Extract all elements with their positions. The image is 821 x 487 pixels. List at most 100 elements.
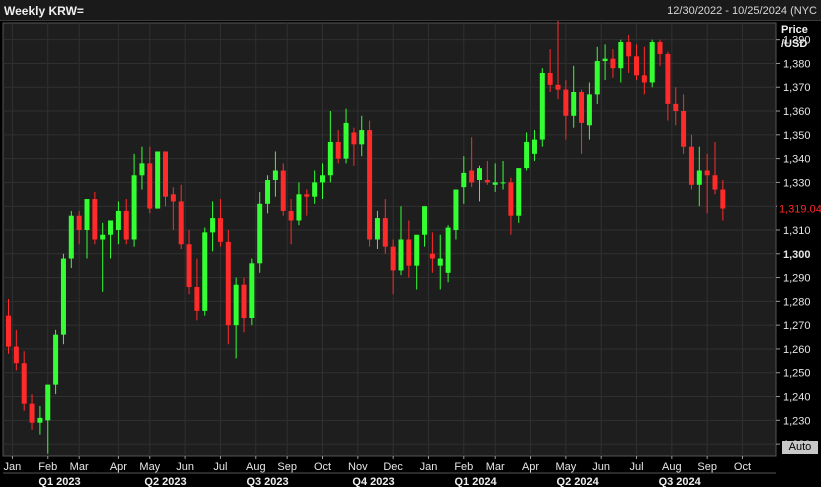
candle-body <box>641 75 647 83</box>
x-month-label: Aug <box>246 461 266 473</box>
candle-body <box>665 53 671 104</box>
candle-body <box>37 417 43 423</box>
candle-body <box>272 170 278 181</box>
candle-body <box>327 141 333 176</box>
candle-body <box>351 132 357 145</box>
candle-body <box>265 180 271 204</box>
candle-body <box>163 151 168 197</box>
title-bar: Weekly KRW= 12/30/2022 - 10/25/2024 (NYC <box>0 0 821 21</box>
candle-body <box>21 363 27 404</box>
x-month-label: Jun <box>176 461 194 473</box>
candle-body <box>571 91 577 116</box>
last-price-marker: 1,319.04 <box>777 201 821 215</box>
candle-body <box>288 210 294 221</box>
candle-body <box>429 253 435 259</box>
candle-body <box>602 58 608 62</box>
candle-body <box>84 199 90 230</box>
y-tick-label: 1,380 <box>783 58 811 70</box>
candle-body <box>280 170 286 211</box>
x-month-label: Feb <box>38 461 57 473</box>
candle-body <box>547 72 553 85</box>
candle-body <box>53 334 59 385</box>
x-quarter-label: Q3 2023 <box>246 476 288 487</box>
candle-body <box>335 141 341 159</box>
x-month-label: Dec <box>383 461 403 473</box>
y-tick-label: 1,300 <box>783 249 811 261</box>
candle-body <box>178 201 184 245</box>
candle-body <box>68 215 74 259</box>
candle-body <box>100 234 106 240</box>
candle-body <box>453 189 459 230</box>
candle-body <box>437 258 443 266</box>
x-quarter-label: Q2 2024 <box>557 476 600 487</box>
y-tick-label: 1,290 <box>783 273 811 285</box>
y-tick-label: 1,370 <box>783 82 811 94</box>
x-month-label: Sep <box>697 461 717 473</box>
candle-body <box>461 172 467 188</box>
candle-body <box>60 258 66 335</box>
candle-body <box>115 210 121 230</box>
x-quarter-label: Q1 2024 <box>454 476 497 487</box>
candle-body <box>382 218 388 247</box>
candle-body <box>139 163 145 176</box>
candle-body <box>524 141 530 169</box>
candle-body <box>516 168 522 216</box>
x-month-label: Mar <box>486 461 505 473</box>
date-range: 12/30/2022 - 10/25/2024 (NYC <box>667 5 817 17</box>
candle-body <box>673 103 679 112</box>
candle-body <box>477 168 482 181</box>
y-tick-label: 1,250 <box>783 368 811 380</box>
plot-area <box>2 22 777 457</box>
auto-scale-button[interactable]: Auto <box>782 441 818 454</box>
x-month-label: Apr <box>522 461 539 473</box>
candle-body <box>720 189 726 209</box>
candle-body <box>586 94 592 126</box>
candle-body <box>202 232 208 311</box>
candle-body <box>296 194 302 221</box>
candle-body <box>320 175 325 183</box>
candle-body <box>374 218 380 240</box>
candle-body <box>6 315 11 347</box>
candle-body <box>304 194 310 197</box>
price-chart[interactable]: Price /USD 1,2201,2301,2401,2501,2601,27… <box>0 21 821 487</box>
x-month-label: Jun <box>592 461 610 473</box>
y-tick-label: 1,280 <box>783 296 811 308</box>
candle-body <box>45 384 51 421</box>
y-tick-label: 1,270 <box>783 320 811 332</box>
candle-body <box>492 182 498 185</box>
candle-body <box>681 111 687 147</box>
x-quarter-label: Q3 2024 <box>659 476 702 487</box>
candle-body <box>626 42 632 57</box>
candle-body <box>398 239 404 271</box>
candle-body <box>610 58 616 69</box>
x-month-label: May <box>139 461 160 473</box>
candle-body <box>390 246 396 271</box>
candle-body <box>406 239 412 266</box>
x-month-label: Jul <box>629 461 643 473</box>
candle-body <box>249 263 255 319</box>
candle-body <box>469 170 475 183</box>
candle-body <box>343 122 349 159</box>
candle-body <box>233 284 239 326</box>
x-month-label: Jan <box>420 461 438 473</box>
x-quarter-label: Q1 2023 <box>38 476 80 487</box>
y-tick-label: 1,390 <box>783 35 811 47</box>
chart-title: Weekly KRW= <box>4 4 84 18</box>
candle-body <box>484 180 490 183</box>
y-tick-label: 1,330 <box>783 177 811 189</box>
candle-body <box>618 42 624 69</box>
candle-body <box>217 218 223 242</box>
candle-body <box>170 194 176 202</box>
candle-body <box>657 42 663 54</box>
candle-body <box>312 182 318 197</box>
x-month-label: Sep <box>277 461 297 473</box>
y-tick-label: 1,350 <box>783 130 811 142</box>
last-price-label: 1,319.04 <box>779 203 821 215</box>
candle-body <box>76 215 82 230</box>
candle-body <box>123 210 129 240</box>
candle-body <box>210 218 216 233</box>
x-month-label: May <box>555 461 576 473</box>
candle-body <box>712 175 718 190</box>
candle-body <box>531 139 537 154</box>
candle-body <box>155 151 161 209</box>
